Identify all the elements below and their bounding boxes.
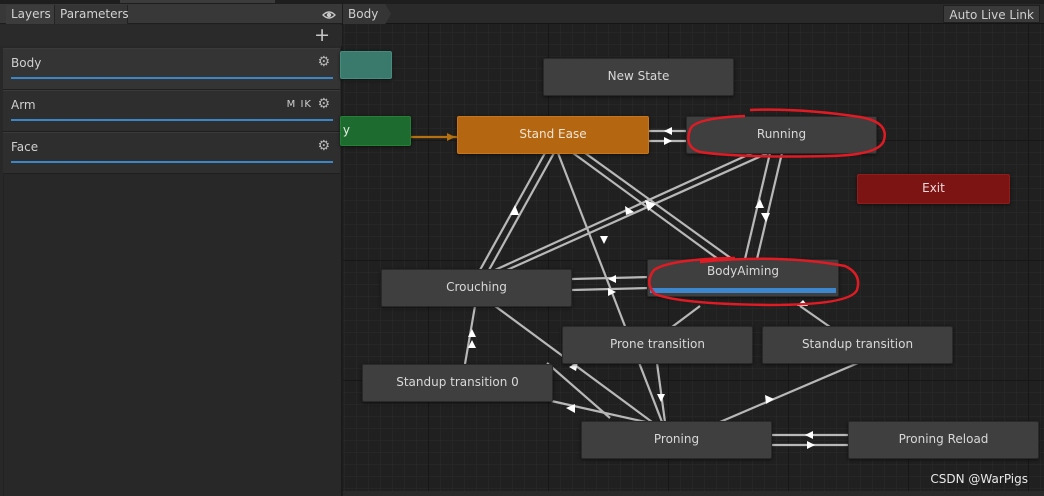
state-label: Running	[756, 127, 807, 141]
transition-line[interactable]	[546, 362, 611, 419]
transition-line[interactable]	[494, 151, 753, 272]
transition-line[interactable]	[584, 152, 733, 260]
arrow-icon	[664, 137, 672, 145]
state-label: New State	[607, 69, 670, 83]
arrow-icon	[600, 236, 608, 244]
state-label: Exit	[922, 181, 945, 195]
arrow-icon	[657, 394, 665, 402]
state-running[interactable]: Running	[686, 116, 877, 154]
state-label: Prone transition	[609, 337, 705, 351]
state-standup-transition-0[interactable]: Standup transition 0	[362, 364, 553, 402]
arrow-icon	[805, 431, 813, 439]
state-label: Standup transition 0	[396, 375, 519, 389]
transition-line[interactable]	[546, 398, 651, 425]
arrow-icon	[807, 441, 815, 449]
state-label: Standup transition	[801, 337, 914, 351]
animator-window: Layers Parameters + Body ⚙ Arm M IK ⚙ Fa…	[0, 0, 1044, 496]
state-entry[interactable]: y	[340, 116, 411, 146]
state-label: Proning Reload	[898, 432, 989, 446]
transition-line[interactable]	[506, 151, 769, 272]
transition-line[interactable]	[719, 361, 859, 424]
horizontal-scrollbar[interactable]	[343, 491, 1044, 496]
arrow-icon	[664, 127, 672, 135]
watermark: CSDN @WarPigs	[930, 472, 1028, 486]
state-prone-transition[interactable]: Prone transition	[562, 326, 753, 364]
state-label: y	[342, 123, 350, 137]
state-proning[interactable]: Proning	[581, 421, 772, 459]
arrow-icon	[468, 329, 476, 337]
state-new-state[interactable]: New State	[543, 58, 734, 96]
state-crouching[interactable]: Crouching	[381, 269, 572, 307]
state-label: Proning	[653, 432, 700, 446]
arrow-icon	[447, 133, 455, 141]
arrow-icon	[608, 275, 616, 283]
state-any-state[interactable]	[340, 51, 392, 79]
arrow-icon	[510, 205, 519, 215]
state-body-aiming[interactable]: BodyAiming	[647, 259, 839, 297]
state-progress-bar	[650, 288, 836, 293]
transition-line[interactable]	[572, 152, 719, 260]
state-standup-transition[interactable]: Standup transition	[762, 326, 953, 364]
transition-line[interactable]	[799, 305, 831, 328]
arrow-icon	[755, 199, 764, 208]
state-label: Stand Ease	[519, 127, 587, 141]
state-label: Crouching	[446, 280, 507, 294]
arrow-icon	[761, 213, 770, 222]
state-label: BodyAiming	[706, 264, 780, 278]
state-exit[interactable]: Exit	[857, 174, 1010, 204]
state-stand-ease[interactable]: Stand Ease	[457, 116, 649, 154]
state-proning-reload[interactable]: Proning Reload	[848, 421, 1039, 459]
arrow-icon	[765, 395, 774, 404]
arrow-icon	[797, 300, 808, 306]
transition-line[interactable]	[671, 305, 701, 328]
